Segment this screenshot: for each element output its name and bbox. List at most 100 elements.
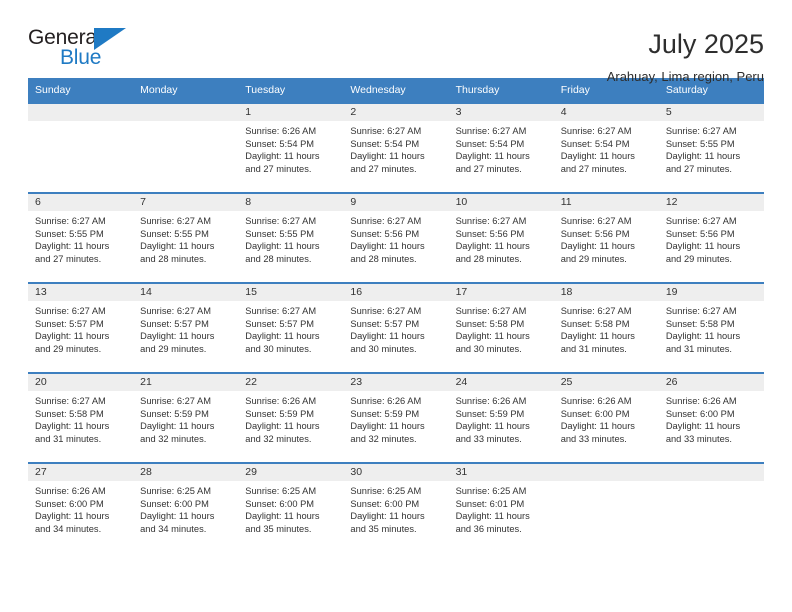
calendar-day-cell[interactable]: 8 Sunrise: 6:27 AM Sunset: 5:55 PM Daylight… xyxy=(238,192,344,283)
day-cell-inner: 5 Sunrise: 6:27 AM Sunset: 5:55 PM Daylight… xyxy=(658,104,764,192)
daylight-text: Daylight: 11 hours and 27 minutes. xyxy=(35,241,110,264)
calendar-day-cell[interactable]: 13 Sunrise: 6:27 AM Sunset: 5:57 PM Dayligh… xyxy=(28,282,134,373)
sunrise-text: Sunrise: 6:26 AM xyxy=(35,486,106,496)
calendar-week-row: 20 Sunrise: 6:27 AM Sunset: 5:58 PM Dayligh… xyxy=(28,372,764,463)
calendar-day-cell[interactable]: 7 Sunrise: 6:27 AM Sunset: 5:55 PM Daylight… xyxy=(133,192,239,283)
sunrise-text: Sunrise: 6:27 AM xyxy=(665,306,737,316)
calendar-day-cell[interactable]: 6 Sunrise: 6:27 AM Sunset: 5:55 PM Daylight… xyxy=(28,192,134,283)
day-number: 4 xyxy=(553,104,659,121)
sunrise-text: Sunrise: 6:27 AM xyxy=(245,216,317,226)
day-details: Sunrise: 6:27 AM Sunset: 5:55 PM Daylight:… xyxy=(238,211,343,265)
day-details: Sunrise: 6:27 AM Sunset: 5:56 PM Daylight:… xyxy=(554,211,659,265)
day-cell-inner: 9 Sunrise: 6:27 AM Sunset: 5:56 PM Daylight… xyxy=(343,194,449,282)
daylight-text: Daylight: 11 hours and 27 minutes. xyxy=(560,151,635,174)
day-details: Sunrise: 6:26 AM Sunset: 5:59 PM Daylight:… xyxy=(238,391,343,445)
day-cell-inner: 14 Sunrise: 6:27 AM Sunset: 5:57 PM Dayligh… xyxy=(133,284,239,372)
calendar-day-cell[interactable]: 30 Sunrise: 6:25 AM Sunset: 6:00 PM Dayligh… xyxy=(343,462,449,553)
calendar-day-cell[interactable]: 10 Sunrise: 6:27 AM Sunset: 5:56 PM Dayligh… xyxy=(448,192,554,283)
daylight-text: Daylight: 11 hours and 30 minutes. xyxy=(245,331,320,354)
sunrise-text: Sunrise: 6:25 AM xyxy=(455,486,527,496)
calendar-day-cell[interactable]: 12 Sunrise: 6:27 AM Sunset: 5:56 PM Dayligh… xyxy=(658,192,764,283)
sunset-text: Sunset: 5:54 PM xyxy=(245,138,315,149)
daylight-text: Daylight: 11 hours and 30 minutes. xyxy=(350,331,425,354)
sunrise-text: Sunrise: 6:26 AM xyxy=(350,396,422,406)
day-number: 31 xyxy=(448,464,554,481)
day-details: Sunrise: 6:27 AM Sunset: 5:58 PM Daylight:… xyxy=(449,301,554,355)
daylight-text: Daylight: 11 hours and 30 minutes. xyxy=(455,331,530,354)
day-cell-inner: 6 Sunrise: 6:27 AM Sunset: 5:55 PM Daylight… xyxy=(28,194,134,282)
calendar-day-cell[interactable]: 20 Sunrise: 6:27 AM Sunset: 5:58 PM Dayligh… xyxy=(28,372,134,463)
calendar-day-cell[interactable]: 16 Sunrise: 6:27 AM Sunset: 5:57 PM Dayligh… xyxy=(343,282,449,373)
day-number xyxy=(658,464,764,481)
day-number: 1 xyxy=(238,104,344,121)
day-details: Sunrise: 6:27 AM Sunset: 5:55 PM Daylight:… xyxy=(659,121,764,175)
general-blue-logo[interactable]: General Blue xyxy=(28,26,138,72)
calendar-day-cell[interactable]: 11 Sunrise: 6:27 AM Sunset: 5:56 PM Dayligh… xyxy=(553,192,659,283)
calendar-week-row: 13 Sunrise: 6:27 AM Sunset: 5:57 PM Dayligh… xyxy=(28,282,764,373)
day-number: 3 xyxy=(448,104,554,121)
calendar-day-cell[interactable]: 1 Sunrise: 6:26 AM Sunset: 5:54 PM Daylight… xyxy=(238,102,344,193)
sunrise-text: Sunrise: 6:27 AM xyxy=(350,216,422,226)
daylight-text: Daylight: 11 hours and 32 minutes. xyxy=(350,421,425,444)
sunset-text: Sunset: 5:57 PM xyxy=(140,318,209,329)
calendar-day-cell[interactable]: 2 Sunrise: 6:27 AM Sunset: 5:54 PM Daylight… xyxy=(343,102,449,193)
calendar-day-cell[interactable]: 31 Sunrise: 6:25 AM Sunset: 6:01 PM Dayligh… xyxy=(448,462,554,553)
calendar-day-cell[interactable]: 23 Sunrise: 6:26 AM Sunset: 5:59 PM Dayligh… xyxy=(343,372,449,463)
page-header: General Blue July 2025 Arahuay, Lima reg… xyxy=(28,0,764,84)
day-details: Sunrise: 6:26 AM Sunset: 5:54 PM Daylight:… xyxy=(238,121,343,175)
day-number: 5 xyxy=(658,104,764,121)
sunrise-text: Sunrise: 6:26 AM xyxy=(245,126,317,136)
day-cell-inner: 1 Sunrise: 6:26 AM Sunset: 5:54 PM Daylight… xyxy=(238,104,344,192)
calendar-day-cell[interactable]: 3 Sunrise: 6:27 AM Sunset: 5:54 PM Daylight… xyxy=(448,102,554,193)
calendar-day-cell[interactable]: 9 Sunrise: 6:27 AM Sunset: 5:56 PM Daylight… xyxy=(343,192,449,283)
daylight-text: Daylight: 11 hours and 29 minutes. xyxy=(140,331,215,354)
calendar-day-cell[interactable]: 21 Sunrise: 6:27 AM Sunset: 5:59 PM Dayligh… xyxy=(133,372,239,463)
sunset-text: Sunset: 6:00 PM xyxy=(350,498,420,509)
sunset-text: Sunset: 5:55 PM xyxy=(35,228,104,239)
calendar-day-cell[interactable]: 17 Sunrise: 6:27 AM Sunset: 5:58 PM Dayligh… xyxy=(448,282,554,373)
sunrise-text: Sunrise: 6:27 AM xyxy=(560,306,632,316)
calendar-week-row: 1 Sunrise: 6:26 AM Sunset: 5:54 PM Daylight… xyxy=(28,102,764,193)
sunset-text: Sunset: 5:55 PM xyxy=(245,228,315,239)
calendar-day-cell[interactable]: 18 Sunrise: 6:27 AM Sunset: 5:58 PM Dayligh… xyxy=(553,282,659,373)
day-cell-inner: 25 Sunrise: 6:26 AM Sunset: 6:00 PM Dayligh… xyxy=(553,374,659,462)
calendar-day-cell[interactable]: 26 Sunrise: 6:26 AM Sunset: 6:00 PM Dayligh… xyxy=(658,372,764,463)
daylight-text: Daylight: 11 hours and 29 minutes. xyxy=(35,331,110,354)
calendar-week-row: 6 Sunrise: 6:27 AM Sunset: 5:55 PM Daylight… xyxy=(28,192,764,283)
daylight-text: Daylight: 11 hours and 27 minutes. xyxy=(665,151,741,174)
day-number: 29 xyxy=(238,464,344,481)
day-cell-inner: 29 Sunrise: 6:25 AM Sunset: 6:00 PM Dayligh… xyxy=(238,464,344,552)
day-details: Sunrise: 6:27 AM Sunset: 5:59 PM Daylight:… xyxy=(133,391,238,445)
sunrise-text: Sunrise: 6:26 AM xyxy=(665,396,737,406)
calendar-day-cell[interactable]: 15 Sunrise: 6:27 AM Sunset: 5:57 PM Dayligh… xyxy=(238,282,344,373)
calendar-day-cell[interactable]: 24 Sunrise: 6:26 AM Sunset: 5:59 PM Dayligh… xyxy=(448,372,554,463)
day-number: 16 xyxy=(343,284,449,301)
sunset-text: Sunset: 5:54 PM xyxy=(455,138,525,149)
day-details: Sunrise: 6:27 AM Sunset: 5:58 PM Daylight:… xyxy=(659,301,764,355)
calendar-day-cell[interactable]: 19 Sunrise: 6:27 AM Sunset: 5:58 PM Dayligh… xyxy=(658,282,764,373)
calendar-day-cell[interactable]: 5 Sunrise: 6:27 AM Sunset: 5:55 PM Daylight… xyxy=(658,102,764,193)
day-details: Sunrise: 6:27 AM Sunset: 5:57 PM Daylight:… xyxy=(28,301,133,355)
day-details: Sunrise: 6:27 AM Sunset: 5:54 PM Daylight:… xyxy=(449,121,554,175)
day-cell-inner xyxy=(28,104,134,192)
calendar-day-cell[interactable]: 14 Sunrise: 6:27 AM Sunset: 5:57 PM Dayligh… xyxy=(133,282,239,373)
sunset-text: Sunset: 5:59 PM xyxy=(350,408,420,419)
calendar-day-cell[interactable]: 22 Sunrise: 6:26 AM Sunset: 5:59 PM Dayligh… xyxy=(238,372,344,463)
calendar-day-cell[interactable]: 28 Sunrise: 6:25 AM Sunset: 6:00 PM Dayligh… xyxy=(133,462,239,553)
sunrise-text: Sunrise: 6:27 AM xyxy=(560,216,632,226)
day-cell-inner: 10 Sunrise: 6:27 AM Sunset: 5:56 PM Dayligh… xyxy=(448,194,554,282)
calendar-day-cell[interactable]: 27 Sunrise: 6:26 AM Sunset: 6:00 PM Dayligh… xyxy=(28,462,134,553)
day-cell-inner: 8 Sunrise: 6:27 AM Sunset: 5:55 PM Daylight… xyxy=(238,194,344,282)
sunrise-text: Sunrise: 6:25 AM xyxy=(140,486,211,496)
calendar-day-cell[interactable]: 25 Sunrise: 6:26 AM Sunset: 6:00 PM Dayligh… xyxy=(553,372,659,463)
weekday-header-sunday: Sunday xyxy=(28,78,134,103)
sunrise-text: Sunrise: 6:27 AM xyxy=(35,396,106,406)
daylight-text: Daylight: 11 hours and 27 minutes. xyxy=(350,151,425,174)
calendar-day-cell[interactable]: 29 Sunrise: 6:25 AM Sunset: 6:00 PM Dayligh… xyxy=(238,462,344,553)
day-details: Sunrise: 6:27 AM Sunset: 5:58 PM Daylight:… xyxy=(554,301,659,355)
sunset-text: Sunset: 5:58 PM xyxy=(455,318,525,329)
calendar-day-cell[interactable]: 4 Sunrise: 6:27 AM Sunset: 5:54 PM Daylight… xyxy=(553,102,659,193)
day-number: 27 xyxy=(28,464,134,481)
sunrise-text: Sunrise: 6:25 AM xyxy=(245,486,317,496)
page-subtitle: Arahuay, Lima region, Peru xyxy=(606,69,764,84)
